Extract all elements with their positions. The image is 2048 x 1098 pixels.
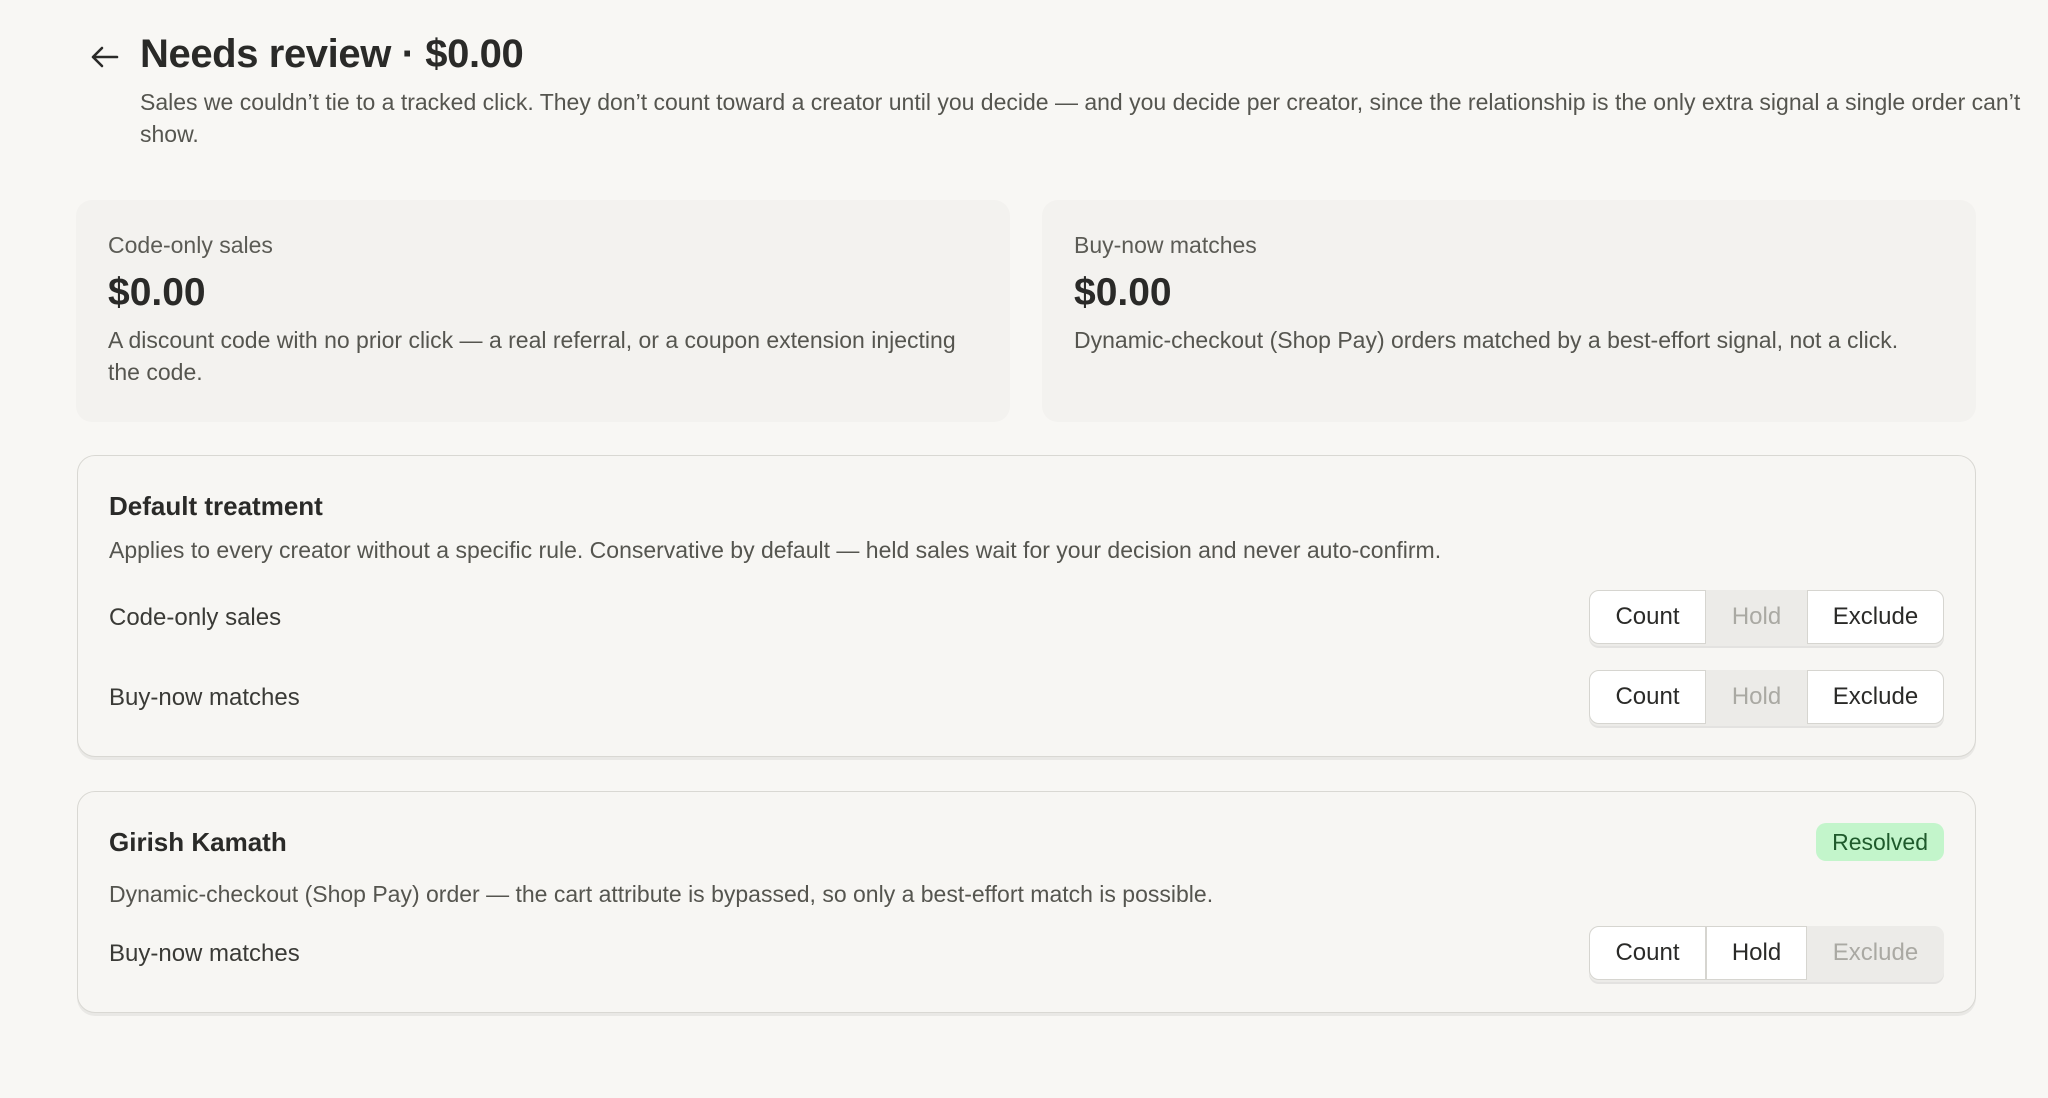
stats-row: Code-only sales $0.00 A discount code wi… bbox=[76, 200, 1976, 422]
exclude-option[interactable]: Exclude bbox=[1807, 926, 1944, 980]
stat-card-buy-now: Buy-now matches $0.00 Dynamic-checkout (… bbox=[1042, 200, 1976, 422]
creator-description: Dynamic-checkout (Shop Pay) order — the … bbox=[109, 881, 1214, 907]
row-label: Code-only sales bbox=[109, 604, 282, 631]
page-subtitle: Sales we couldn’t tie to a tracked click… bbox=[140, 89, 2021, 147]
stat-description: Dynamic-checkout (Shop Pay) orders match… bbox=[1074, 327, 1899, 353]
creator-name: Girish Kamath bbox=[109, 827, 287, 857]
stat-card-code-only: Code-only sales $0.00 A discount code wi… bbox=[76, 200, 1010, 422]
stat-value: $0.00 bbox=[1074, 271, 1172, 314]
stat-description: A discount code with no prior click — a … bbox=[108, 327, 956, 385]
count-option[interactable]: Count bbox=[1589, 590, 1706, 644]
creator-row-buy-now: Buy-now matches Count Hold Exclude bbox=[109, 926, 1944, 982]
stat-label: Code-only sales bbox=[108, 232, 273, 258]
exclude-option[interactable]: Exclude bbox=[1807, 670, 1944, 724]
stat-value: $0.00 bbox=[108, 271, 206, 314]
exclude-option[interactable]: Exclude bbox=[1807, 590, 1944, 644]
treatment-row-code-only: Code-only sales Count Hold Exclude bbox=[109, 590, 1944, 646]
page-title: Needs review · $0.00 bbox=[140, 32, 524, 76]
hold-option[interactable]: Hold bbox=[1706, 670, 1807, 724]
status-badge: Resolved bbox=[1816, 823, 1944, 861]
row-label: Buy-now matches bbox=[109, 940, 300, 967]
count-option[interactable]: Count bbox=[1589, 926, 1706, 980]
default-treatment-panel: Default treatment Applies to every creat… bbox=[77, 455, 1976, 757]
creator-panel: Girish Kamath Resolved Dynamic-checkout … bbox=[77, 791, 1976, 1013]
treatment-segmented-control: Count Hold Exclude bbox=[1589, 670, 1944, 726]
treatment-row-buy-now: Buy-now matches Count Hold Exclude bbox=[109, 670, 1944, 726]
hold-option[interactable]: Hold bbox=[1706, 926, 1807, 980]
arrow-left-icon bbox=[90, 46, 120, 68]
back-button[interactable] bbox=[88, 40, 122, 74]
panel-title: Default treatment bbox=[109, 491, 323, 521]
creator-segmented-control: Count Hold Exclude bbox=[1589, 926, 1944, 982]
panel-description: Applies to every creator without a speci… bbox=[109, 537, 1442, 563]
row-label: Buy-now matches bbox=[109, 684, 300, 711]
count-option[interactable]: Count bbox=[1589, 670, 1706, 724]
treatment-segmented-control: Count Hold Exclude bbox=[1589, 590, 1944, 646]
page: Needs review · $0.00 Sales we couldn’t t… bbox=[0, 0, 2048, 1098]
hold-option[interactable]: Hold bbox=[1706, 590, 1807, 644]
stat-label: Buy-now matches bbox=[1074, 232, 1257, 258]
